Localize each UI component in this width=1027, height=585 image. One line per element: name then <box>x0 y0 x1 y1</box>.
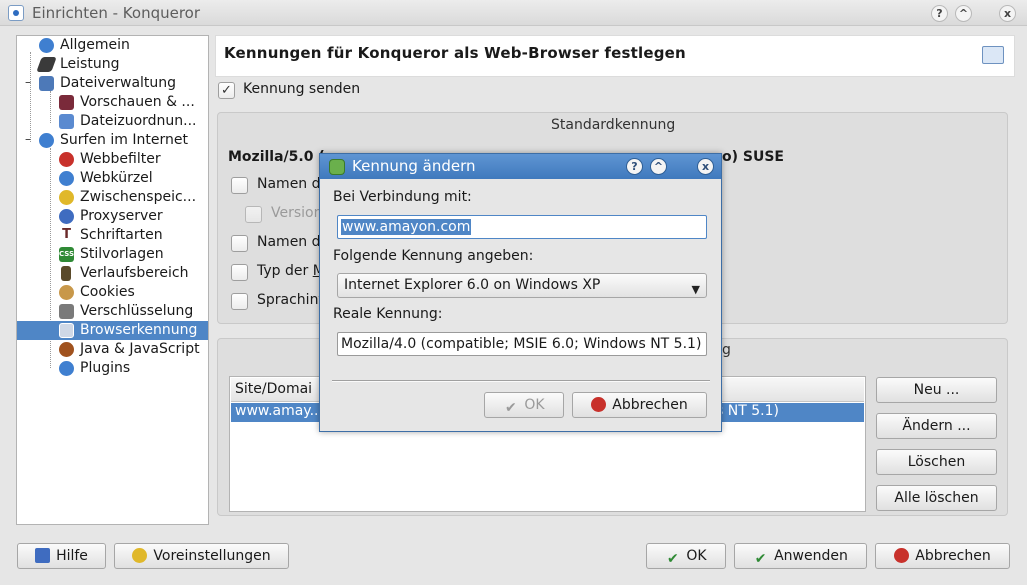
opt-name-machine-checkbox[interactable] <box>231 235 248 252</box>
tree-item-browserkennung[interactable]: Browserkennung <box>17 321 208 340</box>
real-id-field: Mozilla/4.0 (compatible; MSIE 6.0; Windo… <box>337 332 707 356</box>
delete-all-button[interactable]: Alle löschen <box>876 485 997 511</box>
konqueror-app-icon[interactable] <box>8 5 24 21</box>
dialog-cancel-button[interactable]: Abbrechen <box>572 392 707 418</box>
defaults-button[interactable]: Voreinstellungen <box>114 543 289 569</box>
settings-tree[interactable]: – – Allgemein Leistung Dateiverwaltung V… <box>16 35 209 525</box>
connect-input[interactable]: www.amayon.com <box>337 215 707 239</box>
connect-label: Bei Verbindung mit: <box>333 189 472 205</box>
apply-button[interactable]: ✔ Anwenden <box>734 543 867 569</box>
font-icon: T <box>59 228 74 243</box>
opt-name-os-label: Namen d <box>257 176 321 192</box>
send-id-checkbox[interactable]: ✓ <box>218 82 235 99</box>
column-header-site[interactable]: Site/Domai <box>235 381 312 397</box>
ok-button[interactable]: ✔ OK <box>646 543 726 569</box>
browser-id-icon <box>982 46 1004 64</box>
row-id: s NT 5.1) <box>716 403 779 419</box>
new-button[interactable]: Neu ... <box>876 377 997 403</box>
opt-version-label: Version <box>271 205 323 221</box>
cancel-button[interactable]: Abbrechen <box>875 543 1010 569</box>
dialog-titlebar[interactable]: Kennung ändern ? ^ x <box>320 154 721 179</box>
page-header: Kennungen für Konqueror als Web-Browser … <box>215 35 1015 77</box>
change-button[interactable]: Ändern ... <box>876 413 997 439</box>
shade-icon[interactable]: ^ <box>650 158 667 175</box>
help-button[interactable]: Hilfe <box>17 543 106 569</box>
check-icon: ✔ <box>667 551 679 567</box>
cancel-icon <box>591 397 607 412</box>
use-id-label: Folgende Kennung angeben: <box>333 248 534 264</box>
row-site: www.amay... <box>235 403 323 419</box>
opt-type-checkbox[interactable] <box>231 264 248 281</box>
check-icon: ✔ <box>505 400 517 416</box>
collapse-icon[interactable]: – <box>25 132 31 146</box>
default-id-group-title: Standardkennung <box>551 117 676 133</box>
dialog-app-icon <box>329 159 345 175</box>
delete-button[interactable]: Löschen <box>876 449 997 475</box>
default-id-suffix: o) SUSE <box>722 149 784 165</box>
use-id-select[interactable]: Internet Explorer 6.0 on Windows XP ▼ <box>337 273 707 298</box>
globe-icon <box>39 38 54 53</box>
default-id-prefix: Mozilla/5.0 ( <box>228 149 325 165</box>
opt-version-checkbox[interactable] <box>245 206 262 223</box>
hourglass-icon <box>61 266 71 281</box>
css-icon: CSS <box>59 247 74 262</box>
file-association-icon <box>59 114 74 129</box>
dialog-title: Kennung ändern <box>352 157 476 175</box>
proxy-icon <box>59 209 74 224</box>
window-titlebar[interactable]: Einrichten - Konqueror ? ^ x <box>0 0 1027 26</box>
dialog-ok-button[interactable]: ✔ OK <box>484 392 564 418</box>
globe-icon <box>59 171 74 186</box>
opt-name-os-checkbox[interactable] <box>231 177 248 194</box>
opt-lang-checkbox[interactable] <box>231 293 248 310</box>
filter-icon <box>59 152 74 167</box>
opt-type-label: Typ der M <box>257 263 325 279</box>
reset-icon <box>132 548 148 563</box>
plugin-icon <box>59 361 74 376</box>
send-id-label: Kennung senden <box>243 81 361 97</box>
browser-id-icon <box>59 323 74 338</box>
cache-icon <box>59 190 74 205</box>
site-specific-group-title: g <box>722 342 731 358</box>
close-icon[interactable]: x <box>697 158 714 175</box>
help-icon[interactable]: ? <box>931 5 948 22</box>
opt-lang-label: Sprachinf <box>257 292 324 308</box>
preview-icon <box>59 95 74 110</box>
page-title: Kennungen für Konqueror als Web-Browser … <box>224 44 686 62</box>
globe-icon <box>39 133 54 148</box>
lock-icon <box>59 304 74 319</box>
change-id-dialog[interactable]: Kennung ändern ? ^ x Bei Verbindung mit:… <box>319 153 722 432</box>
window-title: Einrichten - Konqueror <box>32 4 201 22</box>
check-icon: ✔ <box>754 551 767 567</box>
help-icon <box>35 548 51 563</box>
help-icon[interactable]: ? <box>626 158 643 175</box>
cancel-icon <box>894 548 910 563</box>
file-manager-icon <box>39 76 54 91</box>
dialog-separator <box>332 380 710 382</box>
opt-name-machine-label: Namen d <box>257 234 321 250</box>
java-icon <box>59 342 74 357</box>
real-id-label: Reale Kennung: <box>333 306 443 322</box>
chevron-down-icon: ▼ <box>691 283 700 296</box>
rocket-icon <box>36 57 57 72</box>
close-icon[interactable]: x <box>999 5 1016 22</box>
cookie-icon <box>59 285 74 300</box>
collapse-icon[interactable]: – <box>25 75 31 89</box>
shade-icon[interactable]: ^ <box>955 5 972 22</box>
